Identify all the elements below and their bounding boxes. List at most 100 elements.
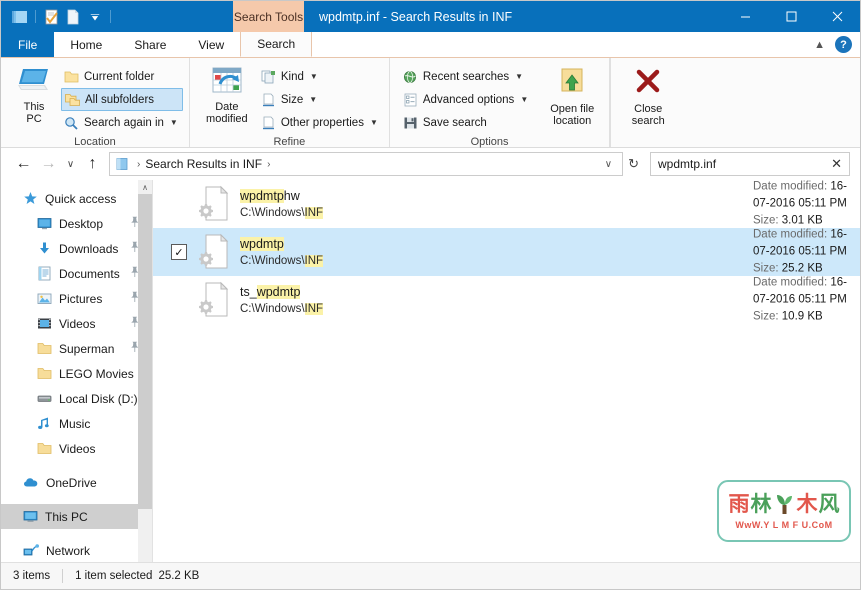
breadcrumb-text[interactable]: Search Results in INF xyxy=(145,157,262,171)
sidebar-item-videos[interactable]: Videos xyxy=(1,436,152,461)
folder-icon xyxy=(37,441,52,456)
sidebar-item-pictures[interactable]: Pictures xyxy=(1,286,152,311)
date-modified-button[interactable]: Date modified xyxy=(196,63,258,125)
file-name-rest: hw xyxy=(283,188,300,203)
kind-label: Kind xyxy=(280,70,304,83)
videos-icon xyxy=(37,316,52,331)
sidebar-item-documents[interactable]: Documents xyxy=(1,261,152,286)
sidebar-item-this-pc[interactable]: This PC xyxy=(1,504,152,529)
properties-checkmark-icon[interactable] xyxy=(40,6,62,28)
all-subfolders-button[interactable]: All subfolders xyxy=(61,88,183,111)
folder-icon xyxy=(64,70,79,84)
recent-searches-button[interactable]: Recent searches ▼ xyxy=(400,65,533,88)
explorer-stack-icon[interactable] xyxy=(9,6,31,28)
close-search-label-2: search xyxy=(631,115,665,127)
sidebar-item-local-disk-d[interactable]: Local Disk (D:) xyxy=(1,386,152,411)
navigation-list: Quick access Desktop Downloads Documents Pic… xyxy=(1,180,152,563)
file-path-prefix: C:\Windows\ xyxy=(240,302,305,315)
ribbon-tab-strip: File Home Share View Search ▲ ? xyxy=(1,32,860,58)
search-input[interactable] xyxy=(658,157,829,171)
save-search-label: Save search xyxy=(422,116,487,129)
sidebar-item-videos[interactable]: Videos xyxy=(1,311,152,336)
address-dropdown-icon[interactable]: ∨ xyxy=(598,159,619,170)
sidebar-item-onedrive[interactable]: OneDrive xyxy=(1,470,152,495)
customize-dropdown-icon[interactable] xyxy=(84,6,106,28)
nav-scroll-up-icon[interactable]: ∧ xyxy=(138,180,152,194)
sidebar-item-desktop[interactable]: Desktop xyxy=(1,211,152,236)
tab-search[interactable]: Search xyxy=(240,32,313,57)
file-list-row[interactable]: ts_wpdmtp C:\Windows\INF Date modified: 16… xyxy=(153,276,860,324)
tab-home[interactable]: Home xyxy=(54,32,119,57)
close-button[interactable] xyxy=(814,1,860,32)
file-checkbox[interactable]: ✓ xyxy=(171,244,187,260)
clear-search-icon[interactable]: ✕ xyxy=(828,156,845,172)
chevron-down-icon[interactable]: ▼ xyxy=(170,118,178,127)
tab-view[interactable]: View xyxy=(182,32,241,57)
chevron-down-icon[interactable]: ▼ xyxy=(370,118,378,127)
forward-button[interactable]: → xyxy=(36,151,61,177)
help-icon[interactable]: ? xyxy=(835,36,852,53)
chevron-down-icon[interactable]: ▼ xyxy=(520,95,528,104)
size-button[interactable]: Size ▼ xyxy=(258,88,383,111)
chevron-down-icon[interactable]: ▼ xyxy=(310,72,318,81)
file-path: C:\Windows\INF xyxy=(240,302,324,317)
file-meta: ts_wpdmtp C:\Windows\INF xyxy=(240,284,324,317)
file-list-row[interactable]: wpdmtphw C:\Windows\INF Date modified: 16-… xyxy=(153,180,860,228)
advanced-options-button[interactable]: Advanced options ▼ xyxy=(400,88,533,111)
tab-file[interactable]: File xyxy=(1,32,55,57)
inf-file-icon xyxy=(197,185,231,223)
sidebar-item-label: Network xyxy=(46,543,91,558)
refresh-icon[interactable]: ↻ xyxy=(623,156,644,172)
sidebar-item-lego-movies[interactable]: LEGO Movies xyxy=(1,361,152,386)
file-size-value: 10.9 KB xyxy=(781,310,823,323)
sidebar-item-superman[interactable]: Superman xyxy=(1,336,152,361)
close-search-button[interactable]: Close search xyxy=(617,63,679,127)
sidebar-item-quick-access[interactable]: Quick access xyxy=(1,186,152,211)
file-size-line: Size: 10.9 KB xyxy=(753,309,860,326)
sidebar-item-label: Desktop xyxy=(59,216,104,231)
chevron-down-icon[interactable]: ▼ xyxy=(515,72,523,81)
kind-button[interactable]: Kind ▼ xyxy=(258,65,383,88)
file-name: wpdmtp xyxy=(240,236,323,253)
sidebar-item-label: Local Disk (D:) xyxy=(59,391,138,406)
chevron-up-icon[interactable]: ▲ xyxy=(814,39,825,51)
breadcrumb-separator-1: › xyxy=(137,158,141,170)
file-size-value: 3.01 KB xyxy=(781,214,823,227)
nav-scrollbar[interactable]: ∧ ∨ xyxy=(138,180,152,578)
other-properties-icon xyxy=(261,116,276,130)
recent-locations-button[interactable]: ∨ xyxy=(61,151,80,177)
search-again-in-button[interactable]: Search again in ▼ xyxy=(61,111,183,134)
close-search-icon xyxy=(633,67,663,100)
minimize-button[interactable] xyxy=(722,1,768,32)
subfolders-icon xyxy=(65,93,80,107)
breadcrumb-bar[interactable]: › Search Results in INF › ∨ xyxy=(109,152,624,176)
other-properties-button[interactable]: Other properties ▼ xyxy=(258,111,383,134)
save-search-button[interactable]: Save search xyxy=(400,111,533,134)
nav-scroll-thumb[interactable] xyxy=(138,194,152,509)
chevron-down-icon[interactable]: ▼ xyxy=(309,95,317,104)
qat-separator-2 xyxy=(110,10,111,23)
sidebar-item-downloads[interactable]: Downloads xyxy=(1,236,152,261)
open-file-location-button[interactable]: Open file location xyxy=(541,63,603,127)
this-pc-button[interactable]: This PC xyxy=(7,63,61,125)
new-folder-icon[interactable] xyxy=(62,6,84,28)
search-box[interactable]: ✕ xyxy=(650,152,850,176)
quick-access-toolbar xyxy=(1,1,115,32)
file-size-value: 25.2 KB xyxy=(781,262,823,275)
save-search-icon xyxy=(403,116,418,130)
sidebar-item-music[interactable]: Music xyxy=(1,411,152,436)
status-selection: 1 item selected xyxy=(75,570,153,582)
up-button[interactable]: ↑ xyxy=(80,151,105,177)
sidebar-item-label: Documents xyxy=(59,266,120,281)
breadcrumb-separator-2[interactable]: › xyxy=(262,159,275,170)
date-modified-label-1: Date xyxy=(215,101,239,113)
tab-share[interactable]: Share xyxy=(118,32,183,57)
file-list-row[interactable]: ✓ wpdmtp C:\Windows\INF Date modified: 16-0… xyxy=(153,228,860,276)
maximize-button[interactable] xyxy=(768,1,814,32)
back-button[interactable]: ← xyxy=(11,151,36,177)
status-separator xyxy=(62,569,64,583)
current-folder-button[interactable]: Current folder xyxy=(61,65,183,88)
star-icon xyxy=(23,191,38,206)
ribbon-group-label-blank xyxy=(611,131,685,147)
sidebar-item-network[interactable]: Network xyxy=(1,538,152,563)
